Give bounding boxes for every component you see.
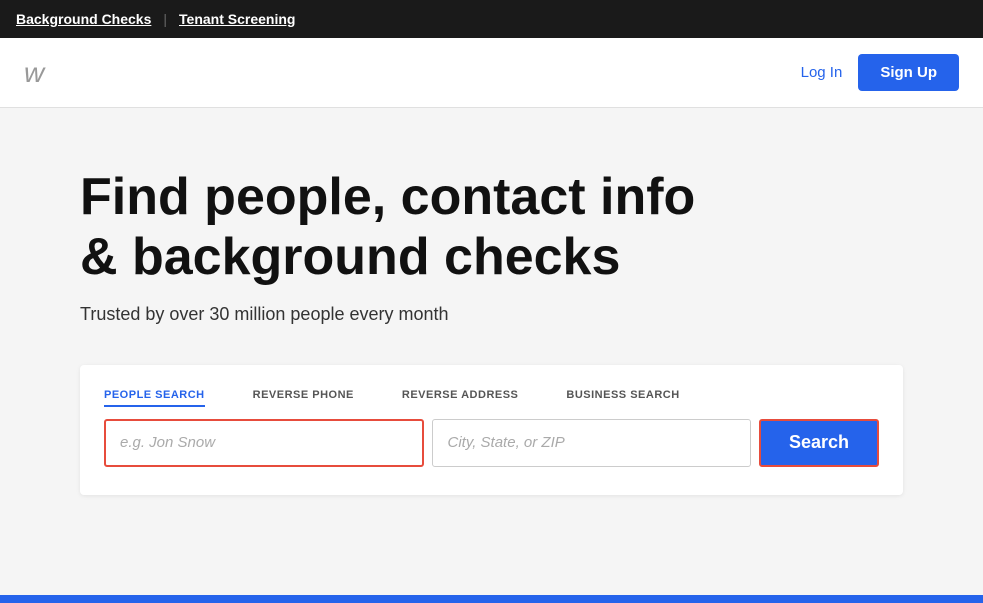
main-content: Find people, contact info & background c… [0,108,983,595]
nav-divider: | [163,11,167,27]
location-search-input[interactable] [432,419,750,467]
tab-reverse-address[interactable]: REVERSE ADDRESS [402,385,519,407]
header-actions: Log In Sign Up [801,54,959,91]
signup-button[interactable]: Sign Up [858,54,959,91]
hero-title: Find people, contact info & background c… [80,168,730,288]
tenant-screening-link[interactable]: Tenant Screening [179,11,295,27]
tab-people-search[interactable]: PEOPLE SEARCH [104,385,205,407]
top-nav: Background Checks | Tenant Screening [0,0,983,38]
search-tabs: PEOPLE SEARCH REVERSE PHONE REVERSE ADDR… [104,385,879,407]
hero-subtitle: Trusted by over 30 million people every … [80,304,903,325]
tab-reverse-phone[interactable]: REVERSE PHONE [253,385,354,407]
name-search-input[interactable] [104,419,424,467]
header: w Log In Sign Up [0,38,983,108]
tab-business-search[interactable]: BUSINESS SEARCH [566,385,679,407]
search-section: PEOPLE SEARCH REVERSE PHONE REVERSE ADDR… [80,365,903,495]
background-checks-link[interactable]: Background Checks [16,11,151,27]
search-button[interactable]: Search [759,419,879,467]
logo: w [24,57,44,89]
login-link[interactable]: Log In [801,64,843,81]
search-row: Search [104,419,879,467]
bottom-bar [0,595,983,603]
